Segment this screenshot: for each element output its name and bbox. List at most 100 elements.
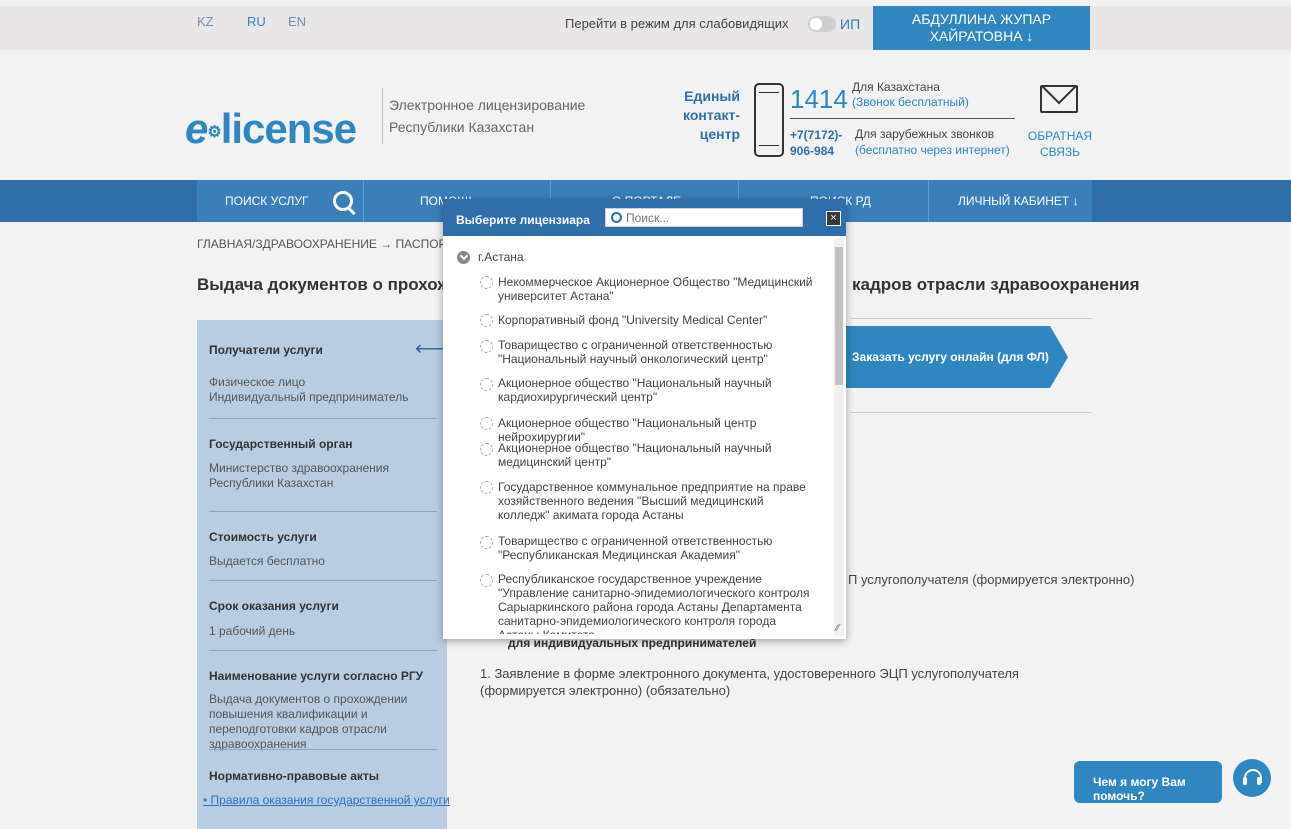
licensor-item[interactable]: Некоммерческое Акционерное Общество "Мед… <box>498 275 818 303</box>
feedback-line1: ОБРАТНАЯ <box>1027 129 1093 143</box>
recipients-text: Физическое лицо Индивидуальный предприни… <box>209 375 439 405</box>
licensor-radio[interactable] <box>480 574 493 587</box>
licensor-radio[interactable] <box>480 536 493 549</box>
contact-line2: контакт- <box>683 107 740 123</box>
region-astana[interactable]: г.Астана <box>478 250 524 264</box>
order-button-arrow[interactable] <box>1050 326 1068 388</box>
intl-calls-label: Для зарубежных звонков <box>855 127 995 141</box>
sidebar-divider <box>209 580 437 581</box>
licensor-item[interactable]: Республиканское государственное учрежден… <box>498 572 818 634</box>
cost-text: Выдается бесплатно <box>209 554 325 568</box>
divider <box>850 318 1092 319</box>
low-vision-toggle[interactable] <box>808 16 836 32</box>
mail-flap <box>1042 87 1076 105</box>
user-menu-button[interactable]: АБДУЛЛИНА ЖУПАР ХАЙРАТОВНА ↓ <box>873 6 1090 52</box>
lang-en[interactable]: EN <box>288 14 306 29</box>
rgu-name-heading: Наименование услуги согласно РГУ <box>209 669 424 683</box>
nav-personal-cabinet[interactable]: ЛИЧНЫЙ КАБИНЕТ ↓ <box>958 194 1079 208</box>
service-rules-link[interactable]: • Правила оказания государственной услуг… <box>203 793 450 807</box>
licensor-item[interactable]: Товарищество с ограниченной ответственно… <box>498 534 818 562</box>
headset-ear-right <box>1257 777 1261 785</box>
ip-label: ИП <box>840 16 861 32</box>
headset-ear-left <box>1243 777 1247 785</box>
divider <box>850 412 1092 413</box>
tagline-line2: Республики Казахстан <box>389 119 535 135</box>
licensor-item[interactable]: Акционерное общество "Национальный научн… <box>498 376 818 404</box>
tagline-line1: Электронное лицензирование <box>389 97 586 113</box>
nav-divider <box>363 180 364 222</box>
logo-divider <box>382 88 383 144</box>
long-phone-line1: +7(7172)- <box>790 128 843 142</box>
npa-heading: Нормативно-правовые акты <box>209 769 380 783</box>
elicense-logo[interactable]: e⚙license <box>185 105 357 153</box>
cost-heading: Стоимость услуги <box>209 530 317 544</box>
document-line-fragment: П услугополучателя (формируется электрон… <box>848 572 1135 587</box>
long-phone-number[interactable]: +7(7172)- 906-984 <box>790 127 842 159</box>
logo-text: license <box>220 105 357 152</box>
sidebar-divider <box>209 418 437 419</box>
licensor-search-input[interactable] <box>605 208 803 227</box>
logo-e: e <box>185 105 208 152</box>
gov-body-heading: Государственный орган <box>209 437 353 451</box>
tagline: Электронное лицензирование Республики Ка… <box>389 94 585 138</box>
page-title-continued: кадров отрасли здравоохранения <box>852 275 1140 294</box>
low-vision-mode-link[interactable]: Перейти в режим для слабовидящих <box>565 16 789 31</box>
intl-calls-free: (бесплатно через интернет) <box>855 143 1010 157</box>
licensor-radio[interactable] <box>480 314 493 327</box>
chat-help-label: Чем я могу Вам помочь? <box>1093 775 1186 803</box>
user-name-line1: АБДУЛЛИНА ЖУПАР <box>911 11 1052 27</box>
nav-divider <box>928 180 929 222</box>
term-text: 1 рабочий день <box>209 624 296 638</box>
modal-scrollbar-thumb[interactable] <box>835 247 843 385</box>
licensor-radio[interactable] <box>480 443 493 456</box>
kz-calls-free: (Звонок бесплатный) <box>852 95 969 109</box>
user-name-line2: ХАЙРАТОВНА ↓ <box>929 28 1034 44</box>
recipients-heading: Получатели услуги <box>209 343 323 357</box>
modal-title: Выберите лицензиара <box>456 213 590 227</box>
breadcrumb[interactable]: ГЛАВНАЯ/ЗДРАВООХРАНЕНИЕ → ПАСПОРТ УСЛ <box>197 237 480 251</box>
resize-grip-icon[interactable]: ⁄⁄ <box>836 623 839 634</box>
licensor-radio[interactable] <box>480 340 493 353</box>
licensor-item[interactable]: Корпоративный фонд "University Medical C… <box>498 313 818 327</box>
recipient-entrepreneur: Индивидуальный предприниматель <box>209 390 409 404</box>
chevron-mark <box>459 251 469 261</box>
licensor-radio[interactable] <box>480 417 493 430</box>
lang-kz[interactable]: KZ <box>197 14 214 29</box>
order-service-online-button[interactable]: Заказать услугу онлайн (для ФЛ) <box>840 326 1050 388</box>
feedback-line2: СВЯЗЬ <box>1039 145 1081 159</box>
feedback-link[interactable]: ОБРАТНАЯ СВЯЗЬ <box>1020 128 1100 160</box>
recipient-individual: Физическое лицо <box>209 375 306 389</box>
licensor-radio[interactable] <box>480 481 493 494</box>
search-icon <box>611 212 622 223</box>
short-phone-number[interactable]: 1414 <box>790 84 848 115</box>
toggle-knob <box>810 18 822 30</box>
sidebar-divider <box>209 511 437 512</box>
chat-help-bubble[interactable]: Чем я могу Вам помочь? <box>1074 761 1222 803</box>
licensor-item[interactable]: Государственное коммунальное предприятие… <box>498 480 818 522</box>
contact-line3: центр <box>699 126 740 142</box>
order-button-label: Заказать услугу онлайн (для ФЛ) <box>852 350 1049 364</box>
licensor-radio[interactable] <box>480 378 493 391</box>
arrow-left-icon[interactable]: ⟵ <box>415 336 444 361</box>
nav-search-services[interactable]: ПОИСК УСЛУГ <box>225 194 308 208</box>
licensor-item[interactable]: Акционерное общество "Национальный научн… <box>498 441 818 469</box>
close-icon[interactable]: × <box>826 211 841 226</box>
mail-icon[interactable] <box>1040 85 1078 113</box>
headset-icon[interactable] <box>1233 759 1271 797</box>
sidebar-divider <box>209 650 437 651</box>
kz-calls-label: Для Казахстана <box>852 80 940 94</box>
phone-icon <box>754 83 784 157</box>
long-phone-line2: 906-984 <box>790 144 835 158</box>
chevron-down-icon[interactable] <box>457 251 470 264</box>
licensor-radio[interactable] <box>480 276 493 289</box>
gear-icon: ⚙ <box>207 123 221 141</box>
lang-ru[interactable]: RU <box>247 14 266 29</box>
term-heading: Срок оказания услуги <box>209 599 339 613</box>
sidebar-divider <box>209 749 437 750</box>
search-icon[interactable] <box>333 191 356 216</box>
licensor-item[interactable]: Акционерное общество "Национальный центр… <box>498 416 818 444</box>
phone-screen <box>759 92 779 146</box>
document-list-item: 1. Заявление в форме электронного докуме… <box>480 666 1019 698</box>
contact-center-label: Единый контакт- центр <box>660 87 740 144</box>
licensor-item[interactable]: Товарищество с ограниченной ответственно… <box>498 338 818 366</box>
